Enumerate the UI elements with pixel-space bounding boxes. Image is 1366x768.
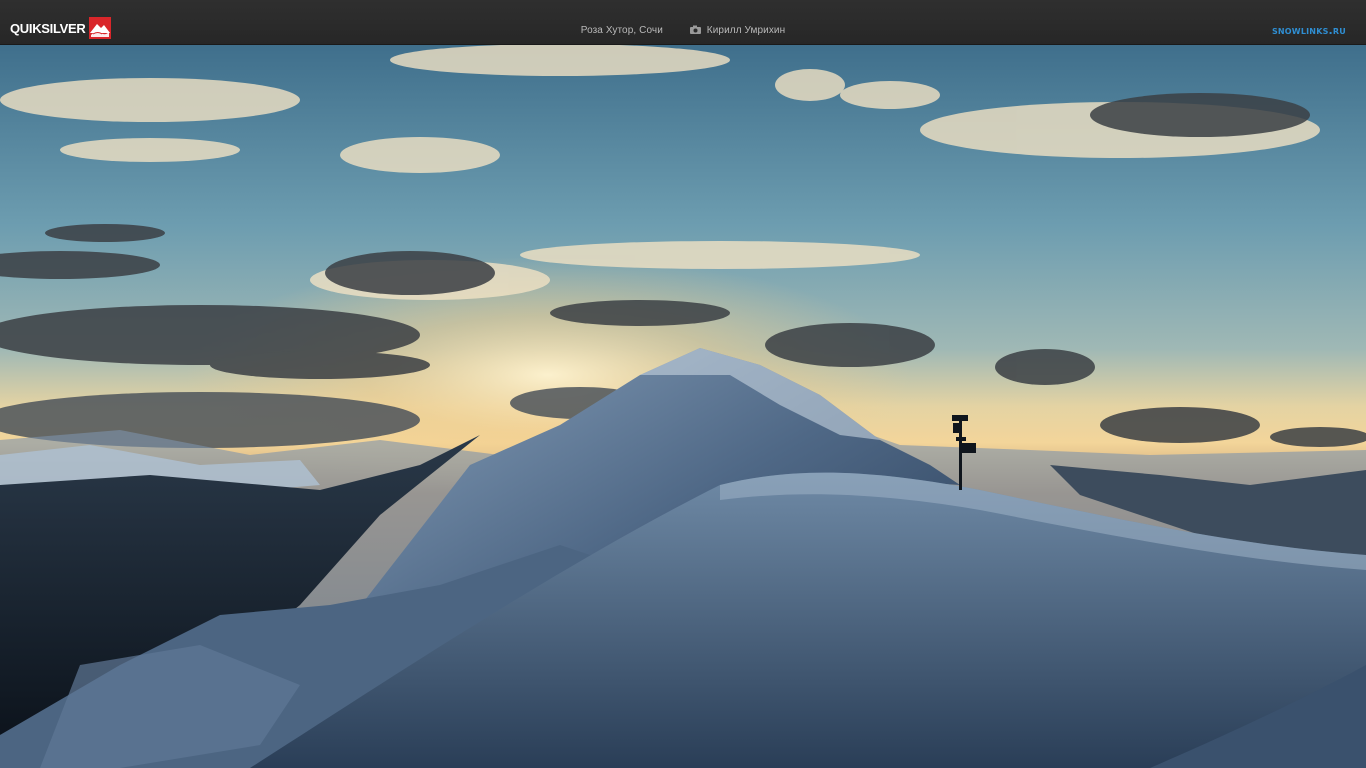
mountain-sunset-photo [0, 45, 1366, 768]
photo-info: Роза Хутор, Сочи Кирилл Умрихин [0, 25, 1366, 37]
camera-icon [689, 25, 701, 37]
photographer-name: Кирилл Умрихин [706, 25, 786, 36]
top-bar: QUIKSILVER Роза Хутор, Сочи Кирилл Умрих… [0, 0, 1366, 45]
location-label: Роза Хутор, Сочи [580, 25, 663, 36]
photographer-credit[interactable]: Кирилл Умрихин [689, 25, 786, 37]
site-brand-link[interactable]: snowlinks.ru [1272, 24, 1346, 37]
